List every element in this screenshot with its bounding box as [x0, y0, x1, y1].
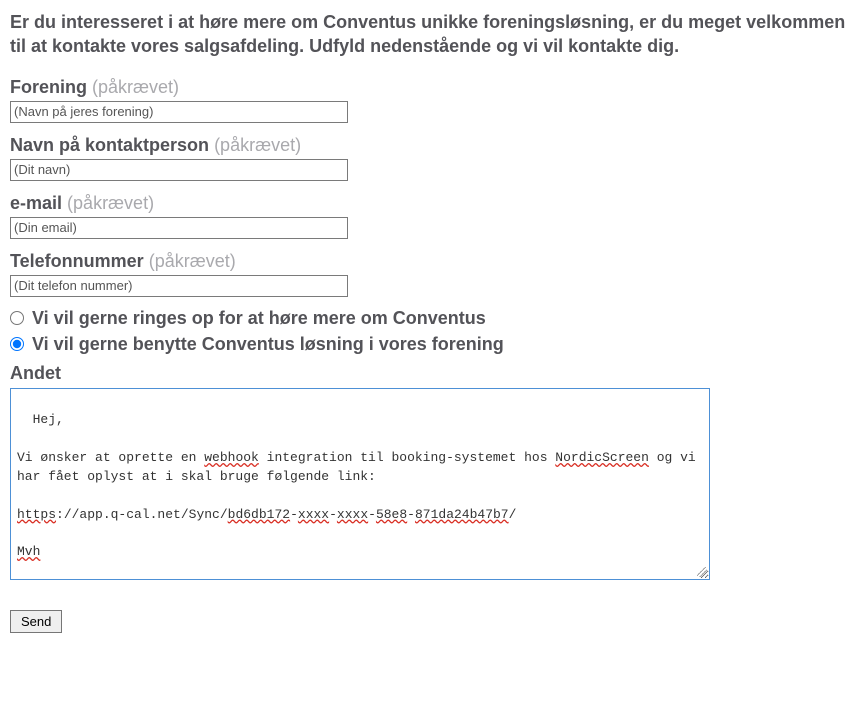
field-telefon: Telefonnummer (påkrævet) — [10, 251, 849, 297]
label-email: e-mail (påkrævet) — [10, 193, 849, 214]
radio-option-1[interactable] — [10, 311, 24, 325]
resize-handle-icon — [697, 567, 707, 577]
input-email[interactable] — [10, 217, 348, 239]
label-email-text: e-mail — [10, 193, 62, 213]
label-telefon-required: (påkrævet) — [149, 251, 236, 271]
send-button[interactable]: Send — [10, 610, 62, 633]
input-kontakt[interactable] — [10, 159, 348, 181]
intro-text: Er du interesseret i at høre mere om Con… — [10, 10, 849, 59]
label-kontakt-text: Navn på kontaktperson — [10, 135, 209, 155]
field-kontakt: Navn på kontaktperson (påkrævet) — [10, 135, 849, 181]
field-forening: Forening (påkrævet) — [10, 77, 849, 123]
field-email: e-mail (påkrævet) — [10, 193, 849, 239]
radio-label-2[interactable]: Vi vil gerne benytte Conventus løsning i… — [32, 335, 504, 353]
label-telefon-text: Telefonnummer — [10, 251, 144, 271]
textarea-andet[interactable]: Hej,Vi ønsker at oprette en webhook inte… — [10, 388, 710, 580]
label-andet: Andet — [10, 363, 849, 384]
radio-option-2[interactable] — [10, 337, 24, 351]
radio-row-1: Vi vil gerne ringes op for at høre mere … — [10, 309, 849, 327]
label-email-required: (påkrævet) — [67, 193, 154, 213]
input-telefon[interactable] — [10, 275, 348, 297]
input-forening[interactable] — [10, 101, 348, 123]
label-forening-text: Forening — [10, 77, 87, 97]
radio-row-2: Vi vil gerne benytte Conventus løsning i… — [10, 335, 849, 353]
label-telefon: Telefonnummer (påkrævet) — [10, 251, 849, 272]
label-kontakt-required: (påkrævet) — [214, 135, 301, 155]
label-forening: Forening (påkrævet) — [10, 77, 849, 98]
label-kontakt: Navn på kontaktperson (påkrævet) — [10, 135, 849, 156]
radio-label-1[interactable]: Vi vil gerne ringes op for at høre mere … — [32, 309, 486, 327]
label-forening-required: (påkrævet) — [92, 77, 179, 97]
